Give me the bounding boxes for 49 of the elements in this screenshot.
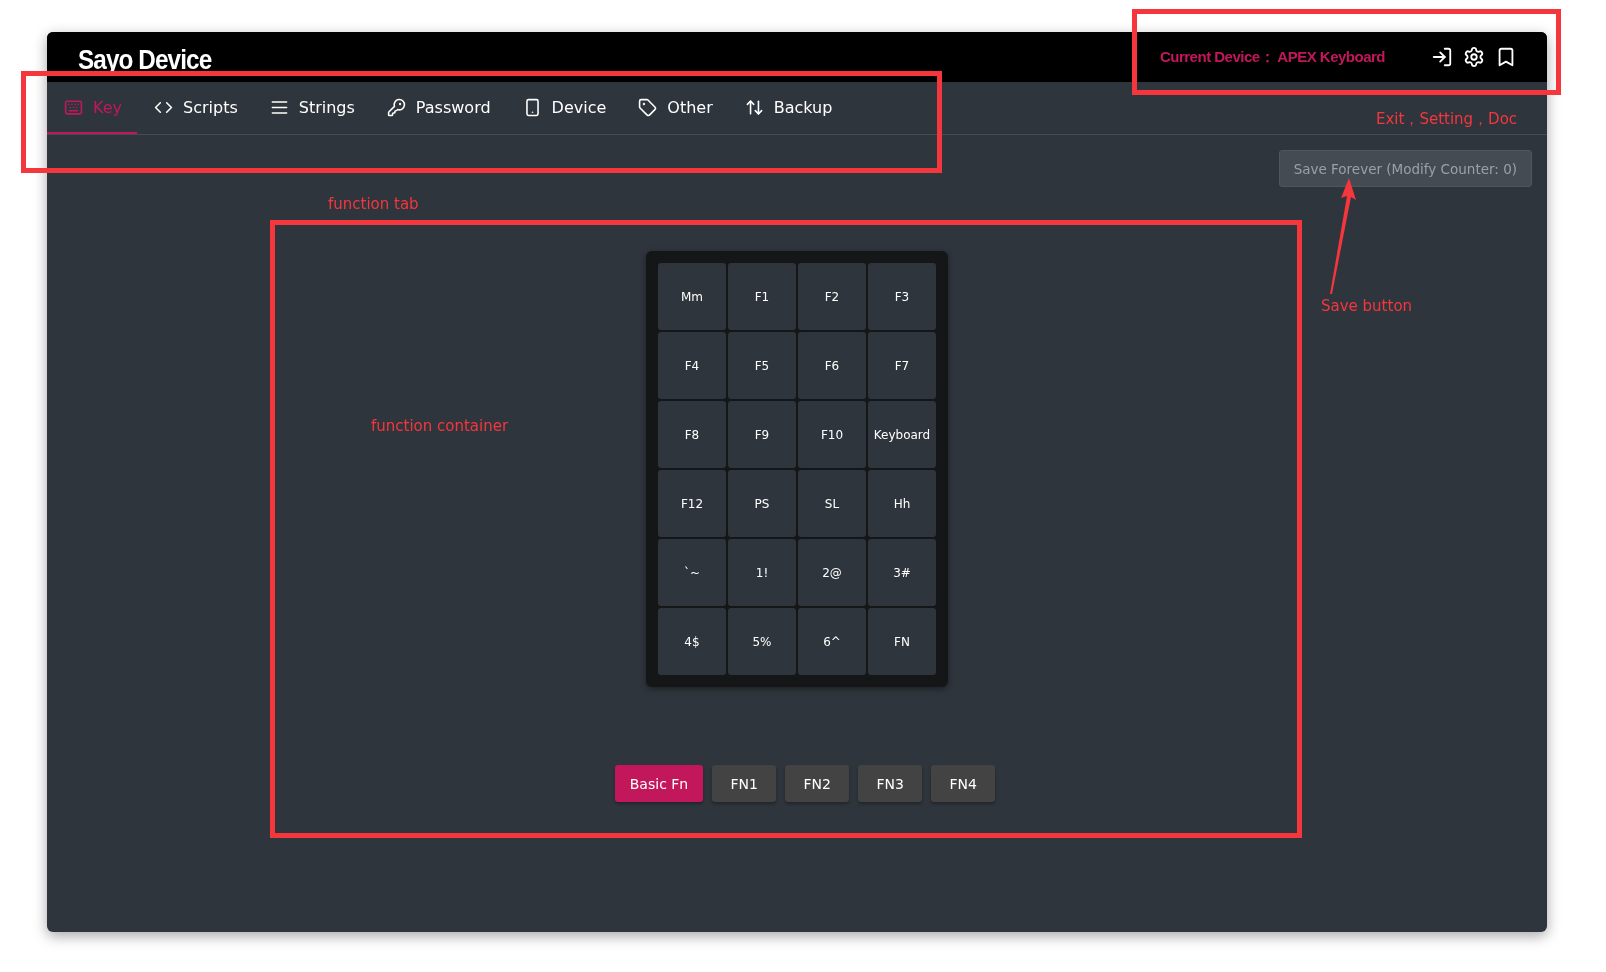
keypad-key[interactable]: F12 bbox=[658, 470, 726, 537]
settings-icon bbox=[1463, 46, 1485, 68]
keypad-key[interactable]: 4$ bbox=[658, 608, 726, 675]
nav-tab[interactable]: Password bbox=[369, 82, 506, 134]
nav-tab[interactable]: Backup bbox=[727, 82, 848, 134]
nav-tab[interactable]: Scripts bbox=[137, 82, 253, 134]
keypad-key[interactable]: 6^ bbox=[798, 608, 866, 675]
app-title: Sayo Device bbox=[78, 44, 212, 76]
keypad-key[interactable]: F8 bbox=[658, 401, 726, 468]
keypad-key[interactable]: F10 bbox=[798, 401, 866, 468]
keypad-key[interactable]: F9 bbox=[728, 401, 796, 468]
keypad-key[interactable]: `~ bbox=[658, 539, 726, 606]
keypad-key[interactable]: F7 bbox=[868, 332, 936, 399]
up-down-arrows-icon bbox=[744, 97, 764, 117]
key-icon bbox=[386, 97, 406, 117]
annotation-label: function tab bbox=[328, 195, 419, 213]
keypad-key[interactable]: 5% bbox=[728, 608, 796, 675]
layer-button[interactable]: FN3 bbox=[858, 765, 923, 802]
keypad-key[interactable]: FN bbox=[868, 608, 936, 675]
keypad-key[interactable]: Keyboard bbox=[868, 401, 936, 468]
layer-button[interactable]: Basic Fn bbox=[614, 765, 704, 802]
nav-tab[interactable]: Other bbox=[621, 82, 728, 134]
tag-icon bbox=[638, 97, 658, 117]
layer-button[interactable]: FN1 bbox=[712, 765, 777, 802]
annotation-label: Exit，Setting，Doc bbox=[1376, 110, 1518, 129]
keypad-key[interactable]: F2 bbox=[798, 263, 866, 330]
keypad-key[interactable]: F1 bbox=[728, 263, 796, 330]
keypad-key[interactable]: 2@ bbox=[798, 539, 866, 606]
nav-tab[interactable]: Device bbox=[505, 82, 622, 134]
current-device: Current Device： APEX Keyboard bbox=[1159, 47, 1385, 67]
keypad-key[interactable]: F3 bbox=[868, 263, 936, 330]
keypad-key[interactable]: F5 bbox=[728, 332, 796, 399]
annotation-label: Save button bbox=[1321, 297, 1413, 315]
layer-button[interactable]: FN2 bbox=[785, 765, 850, 802]
keypad-key[interactable]: 3# bbox=[868, 539, 936, 606]
exit-icon bbox=[1431, 46, 1453, 68]
keypad-key[interactable]: F4 bbox=[658, 332, 726, 399]
keypad-key[interactable]: SL bbox=[798, 470, 866, 537]
keypad-key[interactable]: F6 bbox=[798, 332, 866, 399]
nav-tab[interactable]: Strings bbox=[252, 82, 370, 134]
keypad-key[interactable]: Hh bbox=[868, 470, 936, 537]
settings-button[interactable] bbox=[1463, 46, 1485, 68]
exit-button[interactable] bbox=[1431, 46, 1453, 68]
keyboard-icon bbox=[64, 97, 83, 117]
keypad-key[interactable]: PS bbox=[728, 470, 796, 537]
keypad-key[interactable]: Mm bbox=[658, 263, 726, 330]
keypad-key[interactable]: 1! bbox=[728, 539, 796, 606]
layer-button[interactable]: FN4 bbox=[931, 765, 996, 802]
annotation-label: function container bbox=[371, 417, 509, 435]
